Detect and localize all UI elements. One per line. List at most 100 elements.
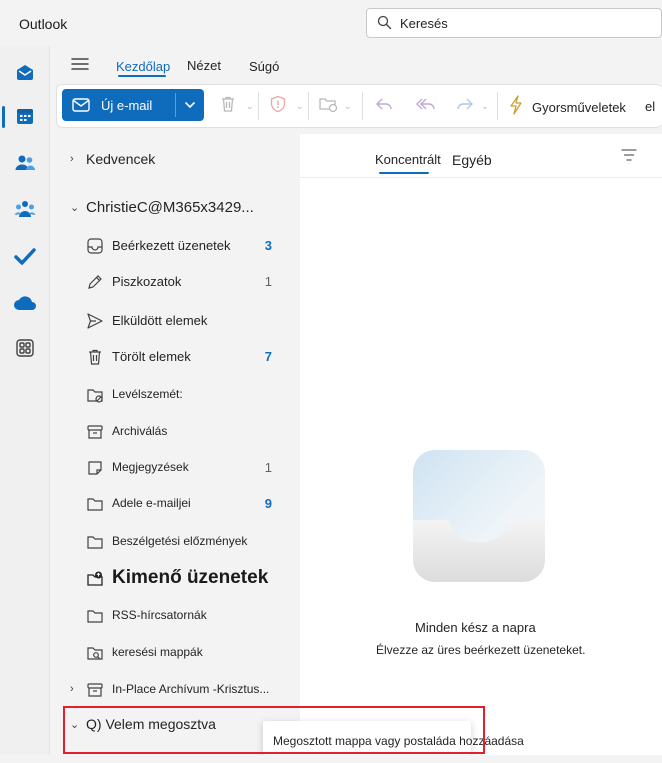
message-list-pane	[300, 134, 662, 763]
item-count: 1	[264, 273, 272, 289]
calendar-app-icon	[15, 106, 35, 131]
envelope-icon	[72, 98, 90, 112]
search-box[interactable]: Keresés	[366, 8, 662, 38]
quick-steps-button[interactable]: Gyorsműveletek	[508, 95, 626, 120]
unread-count: 7	[264, 348, 272, 364]
empty-state-subtitle: Élvezze az üres beérkezett üzeneteket.	[376, 643, 586, 657]
folder-name: Levélszemét:	[112, 387, 183, 401]
rail-mail-button[interactable]	[8, 57, 42, 91]
empty-inbox-illustration	[413, 450, 545, 582]
toolbar-separator	[308, 92, 309, 120]
folder-move-icon	[318, 95, 338, 118]
mail-app-icon	[14, 61, 36, 88]
shield-icon	[269, 95, 287, 118]
checkmark-app-icon	[14, 246, 36, 271]
report-button[interactable]	[267, 95, 289, 117]
bottom-strip	[0, 755, 662, 763]
report-dropdown-chevron-icon[interactable]: ⌄	[296, 101, 304, 112]
tab-view[interactable]: Nézet	[187, 58, 221, 73]
chevron-down-icon: ⌄	[70, 201, 80, 214]
in-place-archive-folder[interactable]: › In-Place Archívum -Krisztus...	[50, 674, 300, 704]
empty-state-title: Minden kész a napra	[415, 620, 536, 635]
new-mail-split-button: Új e-mail	[62, 89, 204, 121]
folder-name: Beérkezett üzenetek	[112, 237, 231, 253]
folder-sent[interactable]: Elküldött elemek	[50, 305, 300, 335]
delete-dropdown-chevron-icon[interactable]: ⌄	[246, 101, 254, 112]
rail-onedrive-button[interactable]	[8, 288, 42, 322]
account-label: ChristieC@M365x3429...	[86, 198, 254, 216]
folder-icon	[86, 533, 104, 551]
toolbar-separator	[497, 92, 498, 120]
cloud-app-icon	[13, 295, 37, 316]
people-app-icon	[14, 153, 36, 178]
folder-deleted[interactable]: Törölt elemek 7	[50, 341, 300, 371]
new-mail-dropdown[interactable]	[176, 89, 204, 121]
rail-todo-button[interactable]	[8, 241, 42, 275]
tab-help[interactable]: Súgó	[249, 59, 279, 74]
folder-name: Elküldött elemek	[112, 312, 208, 328]
unread-count: 3	[264, 237, 272, 253]
folder-outbox[interactable]: Kimenő üzenetek	[50, 563, 300, 593]
search-icon	[377, 15, 392, 35]
rail-calendar-button[interactable]	[8, 101, 42, 135]
pencil-icon	[86, 273, 104, 291]
folder-conversation-history[interactable]: Beszélgetési előzmények	[50, 526, 300, 556]
hamburger-menu-icon[interactable]	[70, 56, 90, 77]
new-mail-label: Új e-mail	[101, 97, 153, 113]
reply-button[interactable]	[373, 95, 395, 117]
forward-dropdown-chevron-icon[interactable]: ⌄	[481, 101, 489, 112]
note-icon	[86, 459, 104, 477]
folder-name: In-Place Archívum -Krisztus...	[112, 682, 270, 696]
archive-icon	[86, 681, 104, 699]
folder-inbox[interactable]: Beérkezett üzenetek 3	[50, 230, 300, 260]
new-mail-button[interactable]: Új e-mail	[62, 89, 175, 121]
unread-count: 9	[264, 495, 272, 511]
forward-icon	[455, 96, 475, 117]
toolbar-separator	[258, 92, 259, 120]
apps-grid-icon	[15, 338, 35, 363]
rail-apps-button[interactable]	[8, 333, 42, 367]
rail-people-button[interactable]	[8, 148, 42, 182]
trash-icon	[219, 95, 237, 118]
inbox-icon	[86, 237, 104, 255]
tab-home[interactable]: Kezdőlap	[116, 59, 170, 74]
lightning-icon	[508, 95, 524, 120]
folder-junk[interactable]: Levélszemét:	[50, 379, 300, 409]
account-header[interactable]: ⌄ ChristieC@M365x3429...	[50, 192, 300, 222]
archive-icon	[86, 423, 104, 441]
folder-icon	[86, 495, 104, 513]
tab-focused[interactable]: Koncentrált	[375, 152, 441, 167]
focused-tab-underline	[379, 172, 429, 174]
folder-rss[interactable]: RSS-hírcsatornák	[50, 600, 300, 630]
toolbar-separator	[362, 92, 363, 120]
app-rail	[0, 46, 50, 763]
reply-all-button[interactable]	[415, 95, 437, 117]
delete-button[interactable]	[217, 95, 239, 117]
favorites-label: Kedvencek	[86, 151, 156, 167]
reply-icon	[374, 96, 394, 117]
move-to-folder-button[interactable]	[317, 95, 339, 117]
move-dropdown-chevron-icon[interactable]: ⌄	[344, 101, 352, 112]
folder-archive[interactable]: Archiválás	[50, 416, 300, 446]
folder-name: Törölt elemek	[112, 348, 191, 364]
folder-name: RSS-hírcsatornák	[112, 608, 207, 622]
folder-name: keresési mappák	[112, 645, 203, 659]
toolbar-overflow-text[interactable]: el	[645, 99, 655, 114]
app-title: Outlook	[19, 16, 68, 32]
rail-groups-button[interactable]	[8, 194, 42, 228]
folder-name: Piszkozatok	[112, 273, 182, 289]
reply-all-icon	[415, 96, 437, 117]
filter-icon[interactable]	[620, 148, 640, 166]
folder-notes[interactable]: Megjegyzések 1	[50, 452, 300, 482]
chevron-down-icon	[184, 96, 196, 114]
quick-steps-label: Gyorsműveletek	[532, 100, 626, 115]
item-count: 1	[264, 459, 272, 475]
trash-icon	[86, 348, 104, 366]
folder-search-folders[interactable]: keresési mappák	[50, 637, 300, 667]
folder-adele[interactable]: Adele e-mailjei 9	[50, 488, 300, 518]
folder-drafts[interactable]: Piszkozatok 1	[50, 266, 300, 296]
tab-other[interactable]: Egyéb	[452, 152, 492, 168]
tabs-divider	[300, 177, 662, 178]
favorites-header[interactable]: › Kedvencek	[50, 144, 300, 174]
forward-button[interactable]	[454, 95, 476, 117]
